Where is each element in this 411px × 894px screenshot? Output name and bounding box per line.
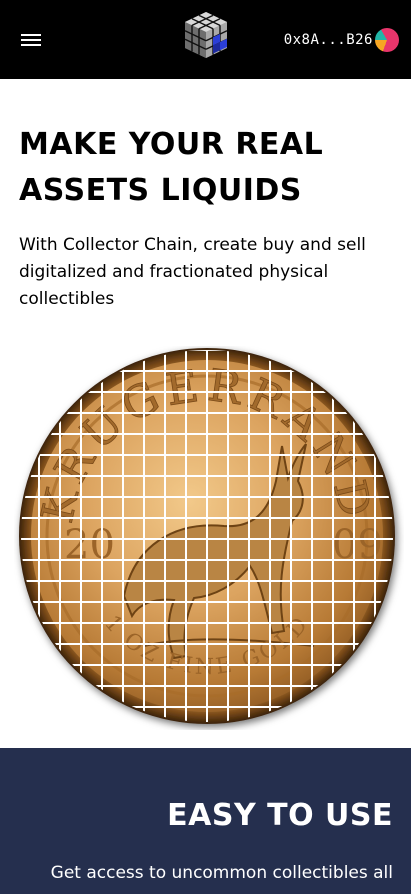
- hero-title-line-2: ASSETS LIQUIDS: [19, 173, 302, 208]
- wallet-avatar-icon: [375, 27, 399, 52]
- hamburger-menu-icon[interactable]: [21, 32, 41, 48]
- cube-logo-icon[interactable]: [183, 10, 229, 60]
- coin-year-left: 20: [64, 522, 115, 568]
- easy-to-use-title: EASY TO USE: [167, 798, 393, 833]
- top-bar: 0x8A...B26: [0, 0, 411, 79]
- hero-title: MAKE YOUR REAL ASSETS LIQUIDS: [19, 122, 399, 214]
- hero-title-line-1: MAKE YOUR REAL: [19, 127, 324, 162]
- easy-to-use-section: EASY TO USE Get access to uncommon colle…: [0, 748, 411, 894]
- easy-to-use-description: Get access to uncommon collectibles all: [50, 863, 393, 883]
- wallet-address: 0x8A...B26: [283, 31, 373, 48]
- gold-coin-image: KRUGERRAND 20 09 1 OZ FINE GOLD: [14, 346, 404, 730]
- wallet-button[interactable]: 0x8A...B26: [283, 27, 399, 52]
- hero-description: With Collector Chain, create buy and sel…: [19, 235, 366, 309]
